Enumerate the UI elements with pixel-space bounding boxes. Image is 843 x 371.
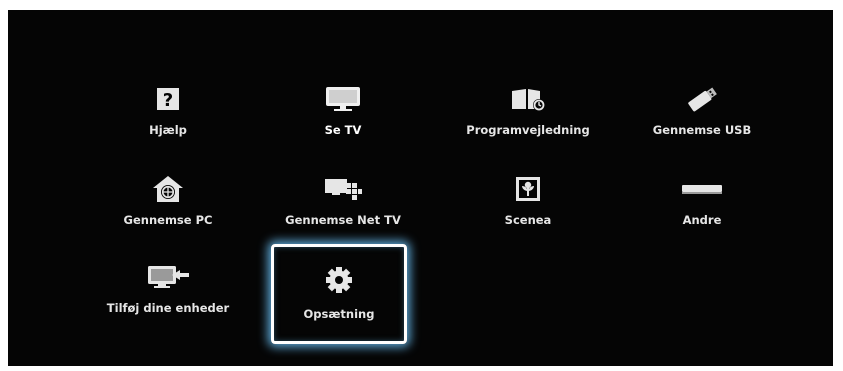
menu-item-scenea[interactable]: Scenea <box>458 166 598 242</box>
help-icon: ? <box>98 82 238 116</box>
menu-item-add-devices[interactable]: Tilføj dine enheder <box>98 254 238 330</box>
settings-gear-icon <box>274 263 404 297</box>
menu-item-label: Programvejledning <box>466 123 590 137</box>
menu-item-watch-tv[interactable]: Se TV <box>273 76 413 152</box>
menu-item-browse-net-tv[interactable]: Gennemse Net TV <box>273 166 413 242</box>
menu-item-label: Gennemse USB <box>652 123 752 137</box>
tv-home-menu: ? Hjælp Se TV Programvejledning Gennemse… <box>8 10 833 366</box>
menu-item-label: Scenea <box>504 213 552 227</box>
menu-item-setup[interactable]: Opsætning <box>271 244 407 344</box>
pc-network-icon <box>98 172 238 206</box>
svg-text:?: ? <box>163 90 173 111</box>
program-guide-icon <box>458 82 598 116</box>
menu-item-label: Gennemse PC <box>123 213 213 227</box>
tv-icon <box>273 82 413 116</box>
scenea-icon <box>458 172 598 206</box>
menu-item-label: Se TV <box>324 123 362 137</box>
menu-item-label: Andre <box>682 213 722 227</box>
menu-item-help[interactable]: ? Hjælp <box>98 76 238 152</box>
menu-item-program-guide[interactable]: Programvejledning <box>458 76 598 152</box>
menu-item-browse-usb[interactable]: Gennemse USB <box>632 76 772 152</box>
other-device-icon <box>632 172 772 206</box>
menu-item-label: Tilføj dine enheder <box>106 301 230 315</box>
menu-item-other[interactable]: Andre <box>632 166 772 242</box>
add-device-icon <box>98 260 238 294</box>
menu-item-browse-pc[interactable]: Gennemse PC <box>98 166 238 242</box>
menu-item-label: Gennemse Net TV <box>285 213 401 227</box>
net-tv-icon <box>273 172 413 206</box>
menu-item-label: Opsætning <box>303 307 375 321</box>
usb-icon <box>632 82 772 116</box>
menu-item-label: Hjælp <box>149 123 187 137</box>
